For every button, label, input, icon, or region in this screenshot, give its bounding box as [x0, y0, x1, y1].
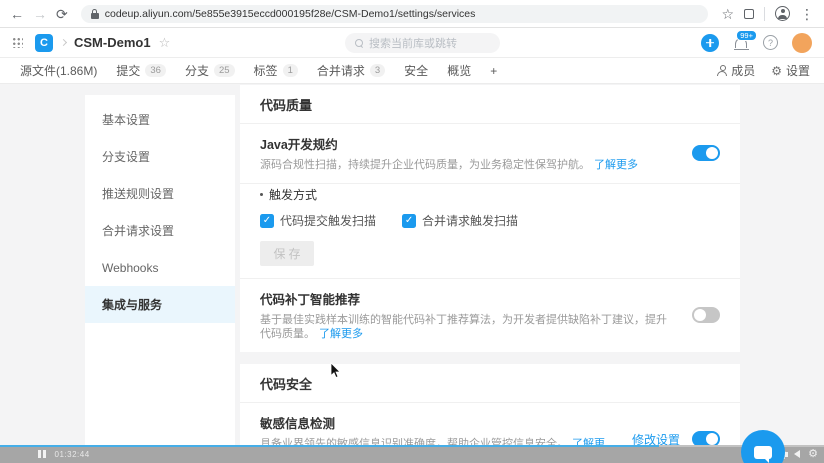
trigger-method-label: 触发方式: [260, 186, 720, 203]
create-button[interactable]: [701, 33, 719, 52]
tab-tags[interactable]: 标签 1: [254, 62, 298, 79]
patch-recommend-row: 代码补丁智能推荐 基于最佳实践样本训练的智能代码补丁推荐算法，为开发者提供缺陷补…: [240, 279, 740, 352]
search-placeholder: 搜索当前库或跳转: [369, 38, 457, 50]
commit-trigger-checkbox[interactable]: ✓ 代码提交触发扫描: [260, 212, 376, 229]
video-progress-track[interactable]: [0, 445, 824, 447]
tab-add[interactable]: +: [490, 64, 497, 78]
tab-files[interactable]: 源文件(1.86M): [20, 62, 97, 79]
notification-badge: 99+: [736, 29, 757, 41]
sensitive-info-title: 敏感信息检测: [260, 417, 336, 431]
patch-learn-more-link[interactable]: 了解更多: [319, 328, 363, 340]
patch-recommend-desc: 基于最佳实践样本训练的智能代码补丁推荐算法，为开发者提供缺陷补丁建议，提升代码质…: [260, 314, 667, 340]
browser-square-icon[interactable]: [744, 8, 754, 19]
browser-menu-icon[interactable]: ⋮: [800, 7, 814, 21]
browser-chrome: ← → ⟳ codeup.aliyun.com/5e855e3915eccd00…: [0, 0, 824, 28]
help-button[interactable]: ?: [763, 35, 778, 50]
tab-overview[interactable]: 概览: [447, 62, 471, 79]
sidebar-item-merge-request[interactable]: 合并请求设置: [85, 212, 235, 249]
code-security-title: 代码安全: [240, 364, 740, 403]
branches-count-badge: 25: [213, 64, 235, 77]
volume-icon[interactable]: [785, 450, 801, 458]
person-icon: [717, 65, 728, 76]
bullet-icon: [260, 193, 263, 196]
browser-back-icon[interactable]: ←: [10, 7, 24, 21]
sidebar-item-branch[interactable]: 分支设置: [85, 138, 235, 175]
java-guideline-row: Java开发规约 源码合规性扫描，持续提升企业代码质量，为业务稳定性保驾护航。了…: [240, 124, 740, 184]
divider: [764, 6, 765, 21]
patch-recommend-toggle[interactable]: [692, 307, 720, 323]
user-avatar[interactable]: [792, 32, 812, 53]
patch-recommend-title: 代码补丁智能推荐: [260, 293, 361, 307]
tab-merge-requests[interactable]: 合并请求 3: [317, 62, 386, 79]
java-guideline-title: Java开发规约: [260, 138, 338, 152]
codeup-logo[interactable]: C: [35, 33, 53, 52]
player-timestamp: 01:32:44: [54, 449, 90, 459]
sidebar-item-push-rules[interactable]: 推送规则设置: [85, 175, 235, 212]
trigger-settings-block: 触发方式 ✓ 代码提交触发扫描 ✓ 合并请求触发扫描 保存: [240, 184, 740, 279]
code-quality-title: 代码质量: [240, 85, 740, 124]
tab-branches[interactable]: 分支 25: [185, 62, 235, 79]
favorite-star-icon[interactable]: ☆: [159, 35, 171, 51]
settings-sidebar: 基本设置 分支设置 推送规则设置 合并请求设置 Webhooks 集成与服务: [85, 95, 235, 463]
sidebar-item-webhooks[interactable]: Webhooks: [85, 249, 235, 286]
settings-main: 代码质量 Java开发规约 源码合规性扫描，持续提升企业代码质量，为业务稳定性保…: [240, 85, 740, 463]
tab-commits[interactable]: 提交 36: [116, 62, 166, 79]
repo-name[interactable]: CSM-Demo1: [74, 35, 151, 50]
address-bar[interactable]: codeup.aliyun.com/5e855e3915eccd000195f2…: [80, 4, 709, 23]
sidebar-item-basic[interactable]: 基本设置: [85, 101, 235, 138]
browser-profile-icon[interactable]: [775, 6, 790, 21]
save-button[interactable]: 保存: [260, 241, 314, 266]
gear-icon: ⚙: [771, 63, 782, 78]
java-learn-more-link[interactable]: 了解更多: [594, 159, 638, 171]
chat-icon: [754, 445, 772, 463]
notifications-button[interactable]: 99+: [733, 29, 757, 51]
app-header: C CSM-Demo1 ☆ 搜索当前库或跳转 99+ ?: [0, 28, 824, 58]
browser-forward-icon[interactable]: →: [33, 7, 47, 21]
bookmark-star-icon[interactable]: ☆: [721, 7, 734, 21]
checkbox-icon: ✓: [260, 213, 274, 228]
search-icon: [355, 39, 363, 47]
search-input[interactable]: 搜索当前库或跳转: [345, 33, 500, 53]
members-link[interactable]: 成员: [717, 62, 755, 79]
padlock-icon: [90, 8, 99, 19]
code-quality-card: 代码质量 Java开发规约 源码合规性扫描，持续提升企业代码质量，为业务稳定性保…: [240, 85, 740, 352]
mr-count-badge: 3: [369, 64, 386, 77]
tags-count-badge: 1: [282, 64, 298, 77]
sidebar-item-integrations[interactable]: 集成与服务: [85, 286, 235, 323]
settings-link[interactable]: ⚙ 设置: [771, 62, 810, 79]
java-guideline-toggle[interactable]: [692, 145, 720, 161]
player-progress-fill: [0, 445, 660, 447]
mouse-cursor-icon: [330, 362, 341, 379]
player-settings-icon[interactable]: ⚙: [808, 448, 818, 460]
checkbox-icon: ✓: [402, 213, 417, 228]
video-player-bar: 01:32:44 高清 ⚙: [0, 445, 824, 463]
browser-refresh-icon[interactable]: ⟳: [56, 7, 68, 21]
repo-nav: 源文件(1.86M) 提交 36 分支 25 标签 1 合并请求 3 安全 概览 + 成…: [0, 58, 824, 84]
breadcrumb-chevron-icon: [59, 38, 68, 47]
settings-page: 基本设置 分支设置 推送规则设置 合并请求设置 Webhooks 集成与服务 代…: [0, 85, 824, 463]
pause-icon[interactable]: [38, 450, 46, 458]
commits-count-badge: 36: [145, 64, 166, 77]
url-text: codeup.aliyun.com/5e855e3915eccd000195f2…: [104, 7, 476, 20]
java-guideline-desc: 源码合规性扫描，持续提升企业代码质量，为业务稳定性保驾护航。 了解更多: [260, 159, 638, 171]
apps-grid-icon[interactable]: [12, 37, 23, 48]
mr-trigger-checkbox[interactable]: ✓ 合并请求触发扫描: [402, 212, 518, 229]
tab-security[interactable]: 安全: [404, 62, 428, 79]
